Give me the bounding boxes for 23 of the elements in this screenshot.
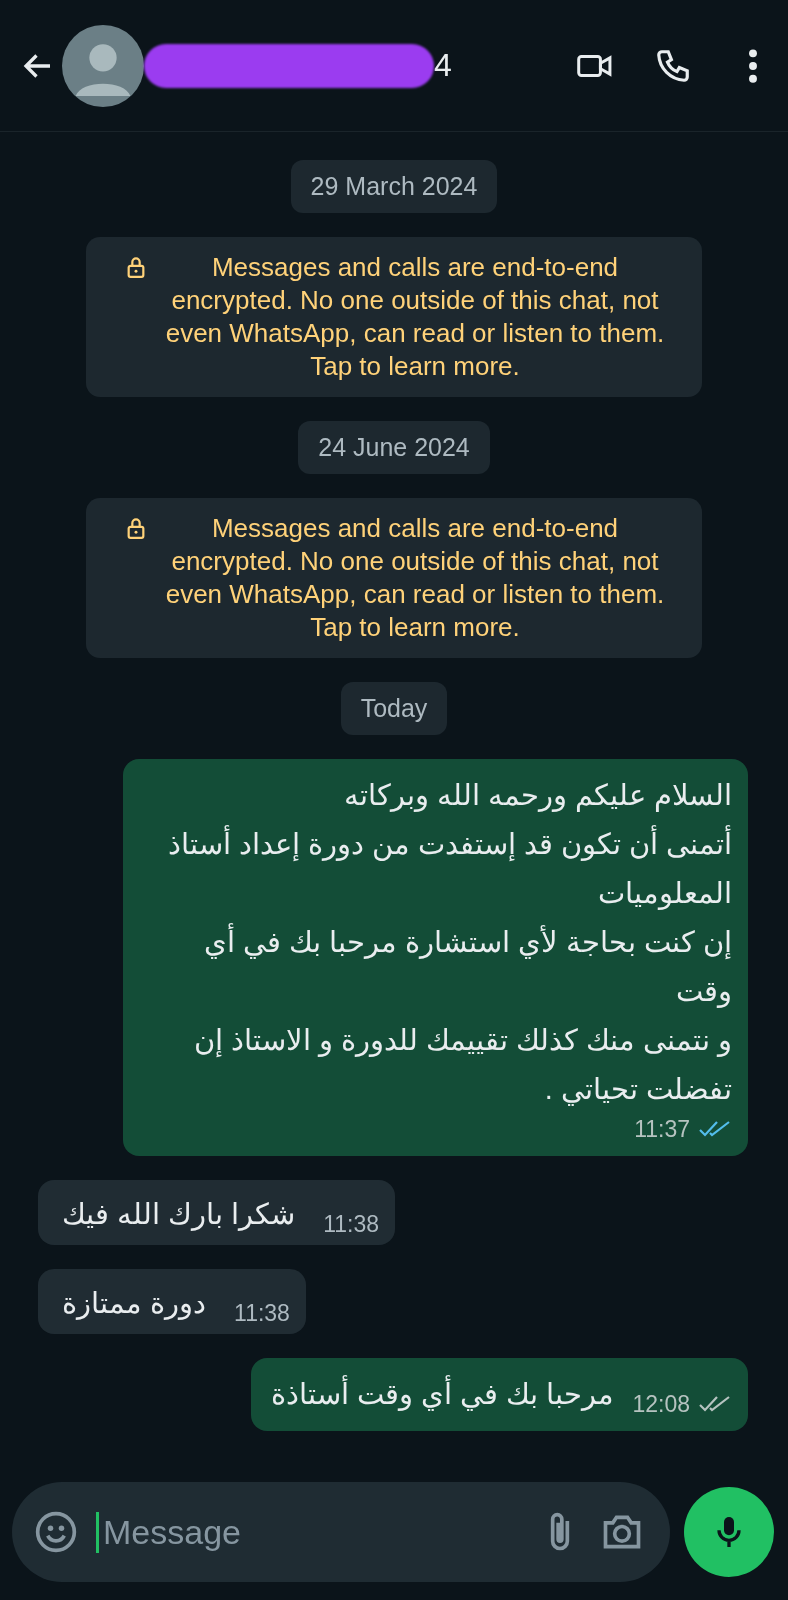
message-time: 11:38	[323, 1210, 380, 1239]
message-time: 11:38	[234, 1299, 290, 1328]
lock-icon	[126, 256, 146, 278]
emoji-icon[interactable]	[34, 1510, 78, 1554]
date-chip: Today	[340, 682, 448, 735]
message-text: دورة ممتازة	[62, 1286, 207, 1322]
message-text: السلام عليكم ورحمه الله وبركاته أتمنى أن تكون قد إستفدت من دورة إعداد أستاذ المعلوميات إن كنت بحاجة لأي استشارة مرحبا بك في أي وقت و نتمنى منك كذلك تقييمك للدورة و الاستاذ إن تفضلت تحياتي .	[166, 778, 732, 1108]
message-text: مرحبا بك في أي وقت أستاذة	[271, 1370, 615, 1419]
encryption-notice[interactable]: Messages and calls are end-to-end encrypted. No one outside of this chat, not even WhatsApp, can read or listen to them. Tap to learn more.	[86, 237, 702, 397]
message-text: شكرا بارك الله فيك	[62, 1197, 296, 1233]
date-chip: 24 June 2024	[298, 421, 490, 474]
lock-icon	[126, 517, 146, 539]
message-field[interactable]: Message	[12, 1482, 670, 1582]
notice-text: Messages and calls are end-to-end encrypted. No one outside of this chat, not even WhatsApp, can read or listen to them. Tap to learn more.	[164, 251, 666, 383]
contact-name[interactable]: 4	[434, 47, 452, 84]
date-chip: 29 March 2024	[290, 160, 498, 213]
notice-text: Messages and calls are end-to-end encrypted. No one outside of this chat, not even WhatsApp, can read or listen to them. Tap to learn more.	[164, 512, 666, 644]
message-input[interactable]: Message	[96, 1511, 520, 1553]
message-time: 12:08	[632, 1390, 690, 1419]
avatar[interactable]	[62, 24, 144, 107]
message-time: 11:37	[634, 1115, 690, 1144]
menu-icon[interactable]	[746, 46, 760, 85]
encryption-notice[interactable]: Messages and calls are end-to-end encrypted. No one outside of this chat, not even WhatsApp, can read or listen to them. Tap to learn more.	[86, 498, 702, 658]
